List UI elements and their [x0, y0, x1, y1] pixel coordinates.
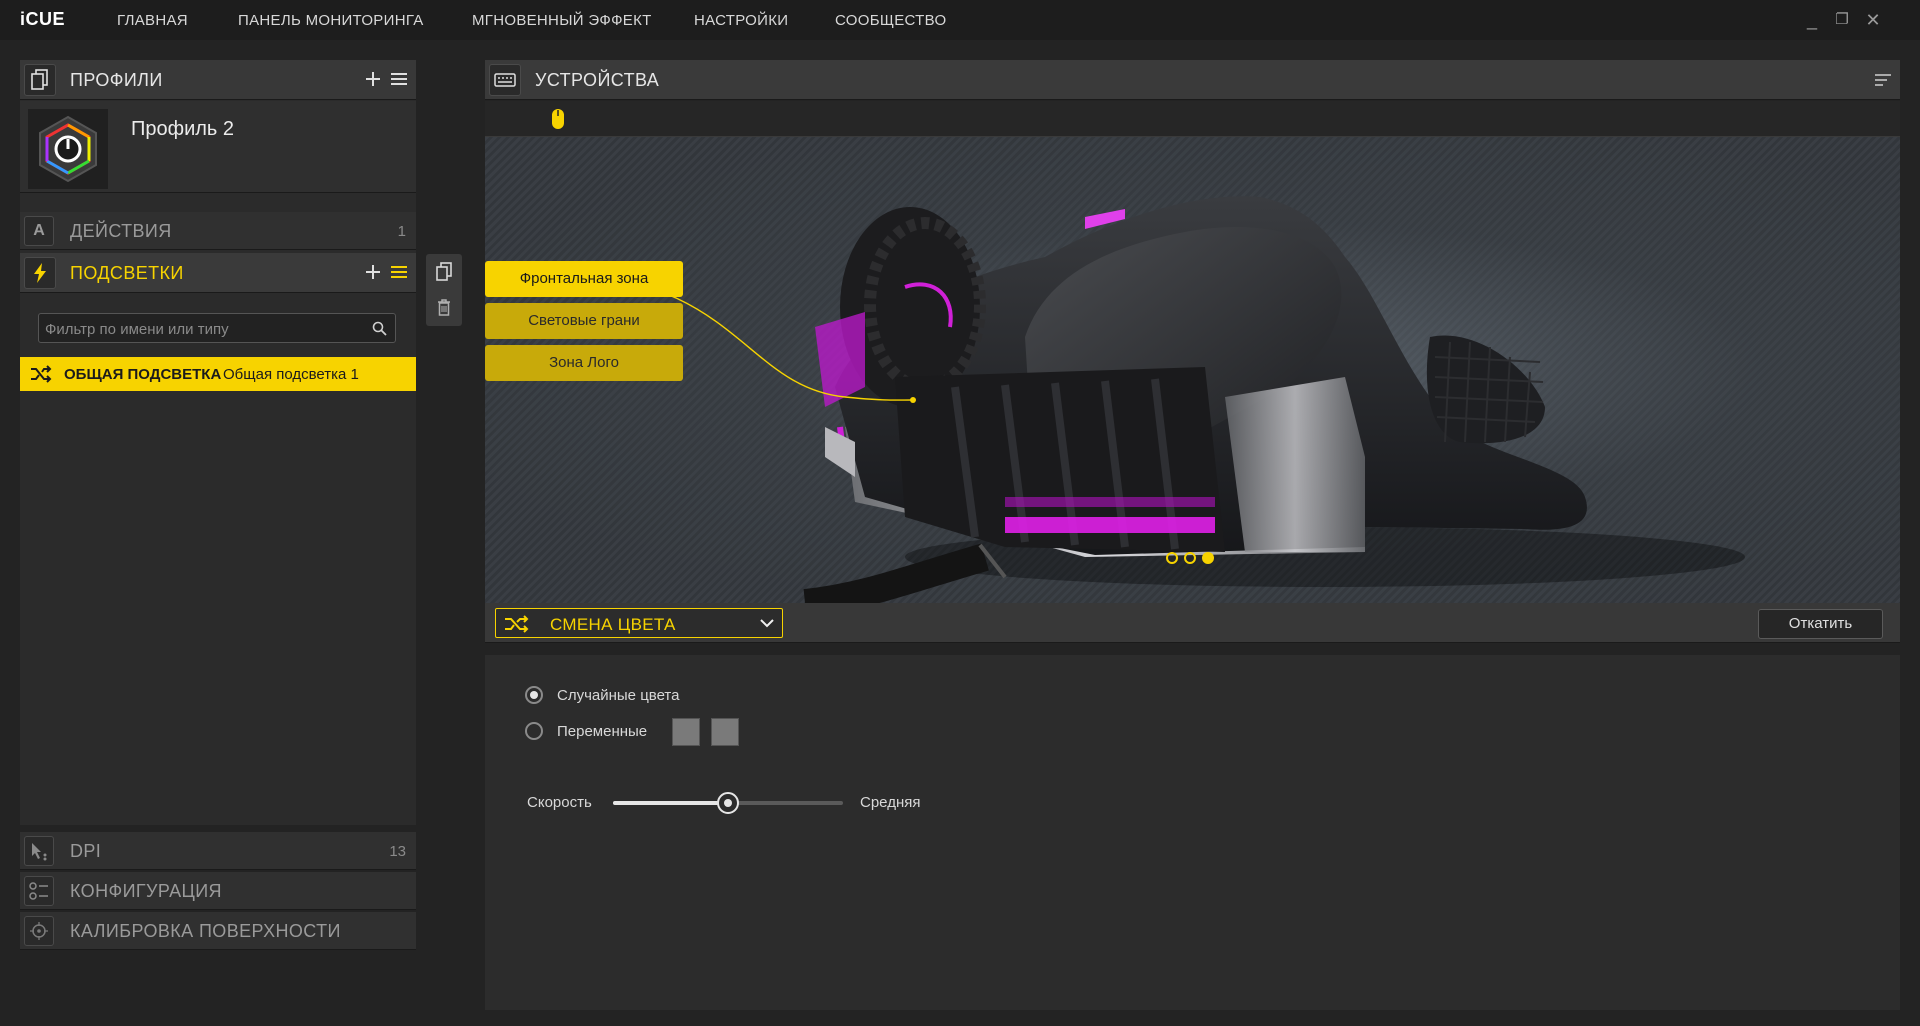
- filter-input[interactable]: [45, 319, 365, 339]
- alternating-radio[interactable]: [525, 722, 543, 740]
- add-lighting-button[interactable]: [364, 261, 382, 283]
- device-preview: Фронтальная зона Световые грани Зона Лог…: [485, 137, 1900, 603]
- alternating-label: Переменные: [557, 723, 648, 740]
- speed-slider-fill: [613, 801, 728, 805]
- devices-header: УСТРОЙСТВА: [485, 60, 1900, 100]
- add-profile-button[interactable]: [364, 68, 382, 90]
- side-toolbar: [426, 254, 462, 326]
- lighting-title: ПОДСВЕТКИ: [70, 263, 184, 283]
- revert-button[interactable]: Откатить: [1758, 609, 1883, 639]
- keyboard-icon: [489, 64, 521, 96]
- menu-icon: [391, 73, 407, 85]
- mouse-illustration: [557, 196, 1745, 603]
- copy-icon: [436, 262, 452, 281]
- menu-icon: [391, 266, 407, 278]
- filter-field[interactable]: [38, 313, 396, 343]
- pager-dot[interactable]: [1202, 552, 1214, 564]
- plus-icon: [366, 265, 380, 279]
- close-button[interactable]: ✕: [1861, 8, 1885, 32]
- nav-community[interactable]: СООБЩЕСТВО: [835, 12, 946, 29]
- delete-button[interactable]: [435, 296, 453, 318]
- actions-count: 1: [397, 223, 406, 240]
- chevron-down-icon: [760, 619, 774, 628]
- cursor-icon: [24, 836, 54, 866]
- actions-label: ДЕЙСТВИЯ: [70, 221, 172, 241]
- configuration-icon: [24, 876, 54, 906]
- icue-logo-icon: [39, 115, 97, 183]
- random-colors-label: Случайные цвета: [557, 687, 680, 704]
- dpi-count: 13: [389, 843, 406, 860]
- dpi-section[interactable]: DPI 13: [20, 832, 416, 870]
- shuffle-icon: [505, 615, 529, 633]
- color-swatch-1[interactable]: [672, 718, 700, 746]
- profile-card[interactable]: Профиль 2: [20, 101, 416, 193]
- devices-title: УСТРОЙСТВА: [535, 70, 660, 90]
- crosshair-icon: [24, 916, 54, 946]
- zone-edges[interactable]: Световые грани: [485, 303, 683, 339]
- effect-dropdown[interactable]: СМЕНА ЦВЕТА: [495, 608, 783, 638]
- plus-icon: [366, 72, 380, 86]
- dpi-label: DPI: [70, 841, 102, 861]
- effect-selected: СМЕНА ЦВЕТА: [550, 615, 676, 634]
- effect-name: Общая подсветка 1: [223, 366, 359, 383]
- color-swatch-2[interactable]: [711, 718, 739, 746]
- speed-slider[interactable]: [613, 792, 843, 814]
- pager-dot[interactable]: [1184, 552, 1196, 564]
- zone-logo[interactable]: Зона Лого: [485, 345, 683, 381]
- lightning-icon: [24, 257, 56, 289]
- devices-menu-button[interactable]: [1874, 69, 1892, 91]
- restore-button[interactable]: ❐: [1830, 8, 1854, 32]
- app-logo: iCUE: [20, 9, 66, 29]
- nav-instant-lighting[interactable]: МГНОВЕННЫЙ ЭФФЕКТ: [472, 12, 652, 29]
- list-menu-icon: [1875, 74, 1891, 86]
- profile-menu-button[interactable]: [390, 68, 408, 90]
- profile-avatar: [28, 109, 108, 189]
- calibration-section[interactable]: КАЛИБРОВКА ПОВЕРХНОСТИ: [20, 912, 416, 950]
- speed-value: Средняя: [860, 794, 921, 811]
- effect-type: ОБЩАЯ ПОДСВЕТКА: [64, 366, 222, 383]
- device-tab-mouse[interactable]: [551, 108, 565, 130]
- pager-dot[interactable]: [1166, 552, 1178, 564]
- actions-section[interactable]: A ДЕЙСТВИЯ 1: [20, 212, 416, 250]
- lighting-header[interactable]: ПОДСВЕТКИ: [20, 253, 416, 293]
- speed-label: Скорость: [527, 794, 592, 811]
- profiles-header: ПРОФИЛИ: [20, 60, 416, 100]
- nav-home[interactable]: ГЛАВНАЯ: [117, 12, 188, 29]
- random-colors-radio[interactable]: [525, 686, 543, 704]
- actions-icon: A: [24, 216, 54, 246]
- zone-front[interactable]: Фронтальная зона: [485, 261, 683, 297]
- shuffle-icon: [31, 365, 52, 383]
- mouse-icon: [552, 109, 564, 129]
- top-bar: iCUE ГЛАВНАЯ ПАНЕЛЬ МОНИТОРИНГА МГНОВЕНН…: [0, 0, 1920, 40]
- minimize-button[interactable]: _: [1800, 8, 1824, 32]
- nav-settings[interactable]: НАСТРОЙКИ: [694, 12, 788, 29]
- effect-bar: СМЕНА ЦВЕТА Откатить: [485, 603, 1900, 643]
- copy-button[interactable]: [435, 261, 453, 283]
- lighting-menu-button[interactable]: [390, 261, 408, 283]
- effect-settings: Случайные цвета Переменные Скорость Сред…: [485, 655, 1900, 1010]
- lighting-effect-row[interactable]: ОБЩАЯ ПОДСВЕТКА Общая подсветка 1: [20, 357, 416, 391]
- view-pager: [1166, 552, 1214, 564]
- configuration-section[interactable]: КОНФИГУРАЦИЯ: [20, 872, 416, 910]
- configuration-label: КОНФИГУРАЦИЯ: [70, 881, 222, 901]
- speed-slider-handle[interactable]: [717, 792, 739, 814]
- profiles-title: ПРОФИЛИ: [70, 70, 163, 90]
- nav-dashboard[interactable]: ПАНЕЛЬ МОНИТОРИНГА: [238, 12, 424, 29]
- search-icon[interactable]: [372, 321, 387, 336]
- trash-icon: [438, 299, 450, 316]
- profile-name: Профиль 2: [131, 118, 235, 140]
- calibration-label: КАЛИБРОВКА ПОВЕРХНОСТИ: [70, 921, 341, 941]
- device-tabs: [485, 101, 1900, 137]
- profiles-icon: [24, 64, 56, 96]
